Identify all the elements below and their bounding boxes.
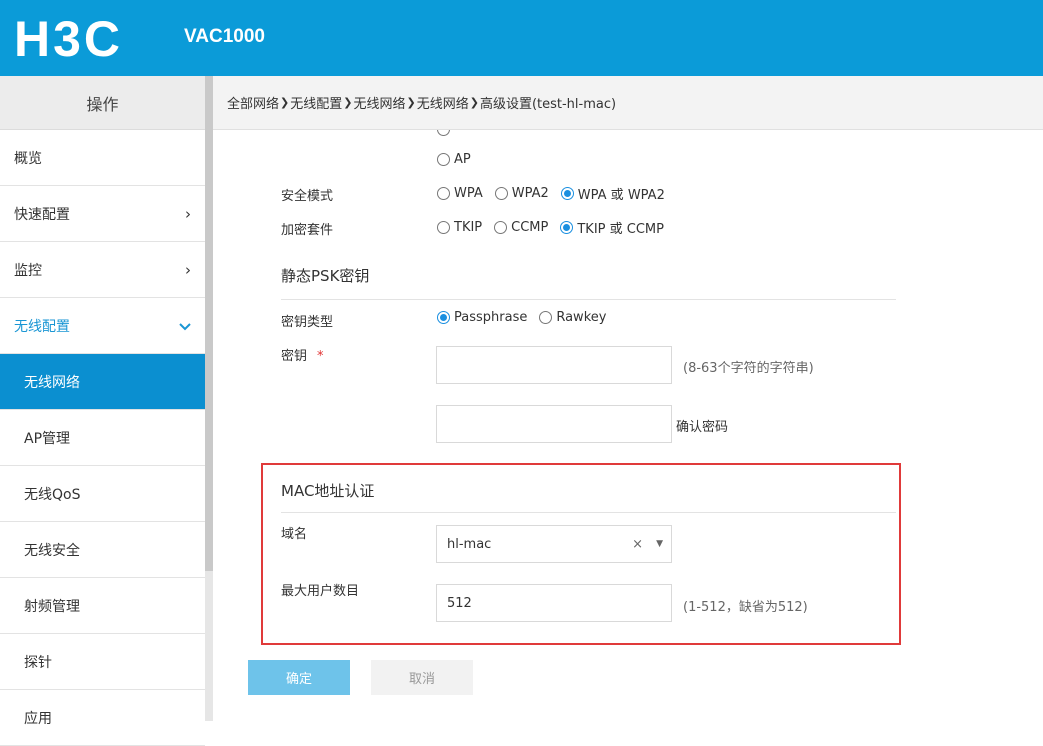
confirm-key-input[interactable] xyxy=(436,405,672,443)
logo-text: H3C xyxy=(14,16,123,60)
chevron-right-icon: › xyxy=(185,204,191,223)
cipher-option-tkip[interactable]: TKIP xyxy=(437,220,482,235)
cipher-suite-radio-group: TKIP CCMP TKIP 或 CCMP xyxy=(437,218,676,237)
key-label: 密钥 * xyxy=(281,345,324,364)
radio-label: WPA 或 WPA2 xyxy=(577,188,665,203)
key-label-text: 密钥 xyxy=(281,349,308,364)
breadcrumb-item[interactable]: 无线配置 xyxy=(290,93,342,112)
sidebar-item-label: 概览 xyxy=(14,150,42,167)
radio-button[interactable] xyxy=(494,221,508,234)
breadcrumb-item[interactable]: 无线网络 xyxy=(417,93,469,112)
domain-select[interactable]: hl-mac × ▼ xyxy=(436,525,672,563)
sidebar-nav: 操作 概览 快速配置 › 监控 › 无线配置 无线网络 AP管理 无线QoS 无… xyxy=(0,76,205,746)
key-type-radio-group: Passphrase Rawkey xyxy=(437,310,618,325)
key-input[interactable] xyxy=(436,346,672,384)
security-mode-option-wpa[interactable]: WPA xyxy=(437,186,483,201)
radio-ap[interactable]: AP xyxy=(437,152,471,167)
breadcrumb: 全部网络 ❯ 无线配置 ❯ 无线网络 ❯ 无线网络 ❯ 高级设置(test-hl… xyxy=(213,76,1043,130)
sidebar-item-label: 无线网络 xyxy=(24,374,80,391)
breadcrumb-item[interactable]: 全部网络 xyxy=(227,93,279,112)
radio-button[interactable] xyxy=(494,187,508,200)
sidebar-item-label: 监控 xyxy=(14,262,42,279)
radio-label: AP xyxy=(454,152,471,167)
radio-button[interactable] xyxy=(437,187,450,200)
section-divider xyxy=(281,299,896,300)
sidebar-item-label: AP管理 xyxy=(24,430,71,447)
radio-button-selected[interactable] xyxy=(560,221,574,234)
radio-button[interactable] xyxy=(437,153,450,166)
chevron-right-icon: › xyxy=(185,260,191,279)
max-users-input[interactable]: 512 xyxy=(436,584,672,622)
chevron-down-icon[interactable]: ▼ xyxy=(656,539,663,549)
mac-section-title: MAC地址认证 xyxy=(281,482,375,500)
required-mark: * xyxy=(317,349,324,364)
sidebar-item-label: 快速配置 xyxy=(14,206,70,223)
sidebar-scrollbar[interactable] xyxy=(205,76,213,721)
chevron-right-icon: ❯ xyxy=(469,96,479,109)
radio-button[interactable] xyxy=(539,311,553,324)
sidebar-item-quick-config[interactable]: 快速配置 › xyxy=(0,186,205,242)
cipher-suite-label: 加密套件 xyxy=(281,223,334,238)
sidebar-item-probe[interactable]: 探针 xyxy=(0,634,205,690)
radio-label: TKIP xyxy=(454,220,483,235)
radio-label: CCMP xyxy=(511,220,549,235)
domain-label: 域名 xyxy=(281,527,308,542)
key-type-option-rawkey[interactable]: Rawkey xyxy=(539,310,606,325)
cipher-option-tkip-or-ccmp[interactable]: TKIP 或 CCMP xyxy=(560,218,664,237)
sidebar-item-label: 探针 xyxy=(24,654,52,671)
sidebar-item-wireless-config[interactable]: 无线配置 xyxy=(0,298,205,354)
radio-button-selected[interactable] xyxy=(560,187,574,200)
sidebar-item-application[interactable]: 应用 xyxy=(0,690,205,746)
product-name: VAC1000 xyxy=(184,26,265,47)
main-content: AP 安全模式 WPA WPA2 WPA 或 WPA2 加密套件 TKIP CC… xyxy=(213,130,1043,721)
sidebar-item-label: 无线QoS xyxy=(24,486,81,503)
chevron-down-icon xyxy=(179,317,191,335)
sidebar-title: 操作 xyxy=(0,76,205,130)
max-users-hint: (1-512，缺省为512) xyxy=(683,600,808,615)
security-mode-label: 安全模式 xyxy=(281,189,334,204)
sidebar-item-rf-management[interactable]: 射频管理 xyxy=(0,578,205,634)
radio-label: Passphrase xyxy=(454,310,528,325)
psk-section-title: 静态PSK密钥 xyxy=(281,267,370,285)
cancel-button[interactable]: 取消 xyxy=(371,660,473,695)
security-mode-option-wpa-or-wpa2[interactable]: WPA 或 WPA2 xyxy=(560,184,665,203)
ok-button[interactable]: 确定 xyxy=(248,660,350,695)
key-hint: (8-63个字符的字符串) xyxy=(683,361,814,376)
radio-label: Rawkey xyxy=(556,310,607,325)
security-mode-option-wpa2[interactable]: WPA2 xyxy=(494,186,549,201)
section-divider xyxy=(281,512,896,513)
scrollbar-thumb[interactable] xyxy=(205,76,213,571)
radio-label: TKIP 或 CCMP xyxy=(577,222,664,237)
confirm-key-hint: 确认密码 xyxy=(676,420,729,435)
sidebar-item-ap-management[interactable]: AP管理 xyxy=(0,410,205,466)
radio-label: WPA2 xyxy=(511,186,549,201)
radio-button[interactable] xyxy=(437,130,450,136)
sidebar-item-label: 无线配置 xyxy=(14,318,70,335)
breadcrumb-current: 高级设置(test-hl-mac) xyxy=(479,97,617,112)
cipher-option-ccmp[interactable]: CCMP xyxy=(494,220,548,235)
chevron-right-icon: ❯ xyxy=(406,96,416,109)
domain-select-value: hl-mac xyxy=(447,536,492,552)
sidebar-item-wireless-qos[interactable]: 无线QoS xyxy=(0,466,205,522)
sidebar-item-label: 应用 xyxy=(24,710,52,727)
sidebar-item-wireless-network[interactable]: 无线网络 xyxy=(0,354,205,410)
radio-button[interactable] xyxy=(437,221,450,234)
security-mode-radio-group: WPA WPA2 WPA 或 WPA2 xyxy=(437,184,677,203)
radio-button-selected[interactable] xyxy=(437,311,450,324)
sidebar-item-label: 射频管理 xyxy=(24,598,80,615)
sidebar-item-overview[interactable]: 概览 xyxy=(0,130,205,186)
key-type-option-passphrase[interactable]: Passphrase xyxy=(437,310,527,325)
sidebar-item-label: 无线安全 xyxy=(24,542,80,559)
chevron-right-icon: ❯ xyxy=(280,96,290,109)
h3c-logo: H3C xyxy=(14,16,123,60)
top-header: H3C VAC1000 xyxy=(0,0,1043,76)
clear-icon[interactable]: × xyxy=(632,537,643,552)
sidebar-item-wireless-security[interactable]: 无线安全 xyxy=(0,522,205,578)
sidebar-item-monitor[interactable]: 监控 › xyxy=(0,242,205,298)
key-type-label: 密钥类型 xyxy=(281,315,334,330)
radio-label: WPA xyxy=(454,186,483,201)
breadcrumb-item[interactable]: 无线网络 xyxy=(353,93,405,112)
max-users-label: 最大用户数目 xyxy=(281,584,360,599)
chevron-right-icon: ❯ xyxy=(343,96,353,109)
